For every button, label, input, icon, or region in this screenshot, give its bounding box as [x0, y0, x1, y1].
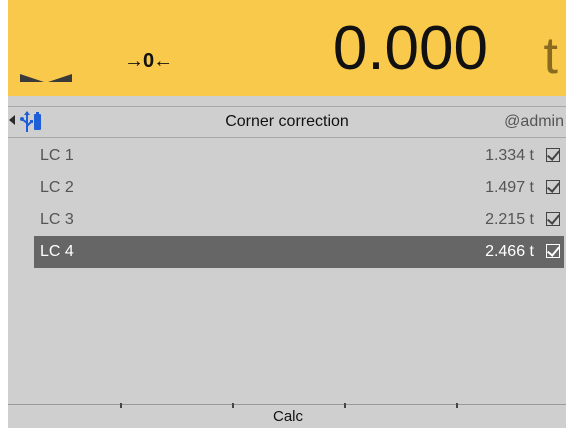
loadcell-list: LC 1 1.334 t LC 2 1.497 t LC 3 2.215 t L… [34, 140, 564, 268]
motion-triangles-icon [20, 74, 72, 82]
softkey-bar: Calc [8, 403, 566, 429]
weight-value: 0.000 [332, 14, 488, 83]
checkbox-checked-icon[interactable] [546, 212, 560, 226]
calc-softkey[interactable]: Calc [232, 405, 344, 429]
loadcell-label: LC 3 [40, 211, 74, 228]
loadcell-value: 2.466 t [485, 243, 534, 260]
center-of-zero-icon: →0← [124, 50, 173, 72]
loadcell-row-lc3[interactable]: LC 3 2.215 t [34, 204, 564, 236]
softkey-1[interactable] [8, 405, 120, 429]
loadcell-row-lc2[interactable]: LC 2 1.497 t [34, 172, 564, 204]
page-title: Corner correction [225, 113, 349, 130]
user-label: @admin [504, 113, 564, 130]
loadcell-value: 1.334 t [485, 147, 534, 164]
loadcell-value: 2.215 t [485, 211, 534, 228]
softkey-4[interactable] [344, 405, 456, 429]
title-bar: Corner correction @admin [8, 106, 566, 138]
loadcell-label: LC 4 [40, 243, 74, 260]
softkey-5[interactable] [456, 405, 566, 429]
loadcell-label: LC 2 [40, 179, 74, 196]
terminal-screen: →0← 0.000 t Corner correction @admin LC … [8, 0, 566, 428]
checkbox-checked-icon[interactable] [546, 244, 560, 258]
loadcell-value: 1.497 t [485, 179, 534, 196]
loadcell-row-lc1[interactable]: LC 1 1.334 t [34, 140, 564, 172]
weight-unit: t [543, 27, 558, 85]
checkbox-checked-icon[interactable] [546, 148, 560, 162]
loadcell-row-lc4[interactable]: LC 4 2.466 t [34, 236, 564, 268]
softkey-2[interactable] [120, 405, 232, 429]
weight-display: →0← 0.000 t [8, 0, 566, 96]
loadcell-label: LC 1 [40, 147, 74, 164]
checkbox-checked-icon[interactable] [546, 180, 560, 194]
